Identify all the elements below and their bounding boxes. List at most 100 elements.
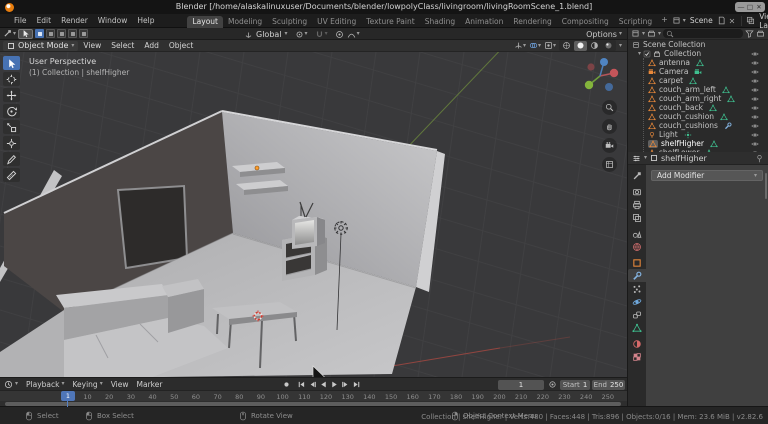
eye-icon[interactable]	[751, 77, 759, 85]
eye-icon[interactable]	[751, 140, 759, 148]
properties-tab-output[interactable]	[628, 198, 646, 211]
outliner-row-couch_arm_right[interactable]: couch_arm_right	[628, 94, 768, 103]
viewport-canvas[interactable]	[0, 52, 627, 377]
object-name-label[interactable]: antenna	[659, 58, 690, 67]
object-name-label[interactable]: Light	[659, 130, 678, 139]
shading-chevron-icon[interactable]: ▾	[619, 43, 622, 49]
current-frame-field[interactable]: 1	[498, 380, 544, 390]
filter-collection-chevron-icon[interactable]: ▾	[658, 31, 661, 37]
outliner-row-antenna[interactable]: antenna	[628, 58, 768, 67]
scene-select-chevron-icon[interactable]: ▾	[683, 18, 686, 24]
outliner-row-Light[interactable]: Light	[628, 130, 768, 139]
tool-measure-button[interactable]	[3, 168, 20, 182]
playhead[interactable]: 1	[61, 391, 75, 401]
properties-tab-particles[interactable]	[628, 282, 646, 295]
camera-view-button[interactable]	[602, 138, 617, 153]
active-tool-button[interactable]	[18, 29, 33, 39]
start-frame-field[interactable]: Start1	[560, 380, 590, 390]
menu-help[interactable]: Help	[132, 16, 159, 25]
object-name-label[interactable]: Camera	[659, 67, 688, 76]
timeline-editor-icon[interactable]: ▾	[0, 380, 22, 389]
maximize-button[interactable]: □	[746, 2, 754, 12]
end-frame-field[interactable]: End250	[592, 380, 625, 390]
viewport-menu-select[interactable]: Select	[106, 41, 139, 50]
outliner-row-shelfHigher[interactable]: shelfHigher	[628, 139, 768, 148]
next-keyframe-button[interactable]	[340, 379, 350, 389]
orientation-chevron-icon[interactable]: ▾	[285, 31, 288, 37]
close-button[interactable]: ✕	[755, 2, 763, 12]
xray-toggle-icon[interactable]: ▾	[544, 41, 556, 50]
orientation-dropdown[interactable]: Global	[256, 30, 282, 39]
menu-window[interactable]: Window	[93, 16, 133, 25]
select-mode-intersect-icon[interactable]	[79, 29, 88, 38]
timeline-menu-view[interactable]: View	[107, 380, 133, 389]
new-scene-icon[interactable]	[717, 16, 726, 25]
timeline-menu-playback[interactable]: Playback ▾	[22, 380, 68, 389]
eye-icon[interactable]	[751, 50, 759, 58]
properties-tab-render[interactable]	[628, 185, 646, 198]
outliner-search-input[interactable]	[663, 29, 743, 38]
tab-animation[interactable]: Animation	[460, 16, 508, 28]
expand-icon[interactable]: ▾	[638, 51, 641, 57]
viewport-menu-add[interactable]: Add	[139, 41, 164, 50]
gizmo-y-axis[interactable]	[585, 81, 593, 89]
filter-icon[interactable]	[745, 29, 754, 38]
properties-tab-texture[interactable]	[628, 350, 646, 363]
object-name-label[interactable]: couch_cushion	[659, 112, 714, 121]
object-name-label[interactable]: couch_cushions	[659, 121, 718, 130]
gizmo-z-axis-neg[interactable]	[605, 83, 613, 91]
tab-rendering[interactable]: Rendering	[508, 16, 556, 28]
properties-tab-constraints[interactable]	[628, 308, 646, 321]
properties-tab-object[interactable]	[628, 256, 646, 269]
tool-scale-button[interactable]	[3, 120, 20, 134]
outliner-row-carpet[interactable]: carpet	[628, 76, 768, 85]
select-mode-invert-icon[interactable]	[68, 29, 77, 38]
tab-texture-paint[interactable]: Texture Paint	[361, 16, 419, 28]
options-dropdown[interactable]: Options▾	[586, 28, 622, 40]
object-name-label[interactable]: shelfHigher	[661, 139, 704, 148]
timeline-ruler[interactable]: 1 10203040506070809010011012013014015016…	[0, 391, 627, 401]
pan-button[interactable]	[602, 119, 617, 134]
collection-checkbox[interactable]	[643, 50, 651, 58]
gizmo-x-axis-neg[interactable]	[587, 63, 594, 70]
view-layer-selector[interactable]: View Layer	[759, 12, 768, 30]
shading-wireframe-button[interactable]	[560, 41, 573, 51]
eye-icon[interactable]	[751, 113, 759, 121]
display-mode-chevron-icon[interactable]: ▾	[642, 31, 645, 37]
zoom-button[interactable]	[602, 100, 617, 115]
minimize-button[interactable]: ―	[737, 2, 745, 12]
object-name-label[interactable]: couch_arm_right	[659, 94, 721, 103]
timeline-menu-keying[interactable]: Keying ▾	[69, 380, 107, 389]
tab-shading[interactable]: Shading	[420, 16, 460, 28]
shading-solid-button[interactable]	[574, 41, 587, 51]
prev-keyframe-button[interactable]	[307, 379, 317, 389]
properties-tab-object-data[interactable]	[628, 321, 646, 334]
shading-material-preview-button[interactable]	[588, 41, 601, 51]
viewport-menu-view[interactable]: View	[78, 41, 106, 50]
eye-icon[interactable]	[751, 131, 759, 139]
properties-tab-view-layer[interactable]	[628, 211, 646, 224]
object-name-label[interactable]: couch_arm_left	[659, 85, 716, 94]
eye-icon[interactable]	[751, 59, 759, 67]
eye-icon[interactable]	[751, 122, 759, 130]
eye-icon[interactable]	[751, 104, 759, 112]
pivot-point-icon[interactable]: ▾	[295, 30, 308, 39]
pin-icon[interactable]	[755, 154, 764, 163]
properties-scrollbar[interactable]	[765, 173, 767, 199]
properties-tab-physics[interactable]	[628, 295, 646, 308]
gizmo-x-axis[interactable]	[610, 69, 618, 77]
autokey-record-button[interactable]	[281, 379, 291, 389]
eye-icon[interactable]	[751, 95, 759, 103]
timeline-menu-marker[interactable]: Marker	[133, 380, 167, 389]
gizmos-toggle-icon[interactable]: ▾	[514, 41, 526, 50]
outliner-row-couch_cushions[interactable]: couch_cushions	[628, 121, 768, 130]
play-reverse-button[interactable]	[318, 379, 328, 389]
select-mode-subtract-icon[interactable]	[57, 29, 66, 38]
properties-tab-scene[interactable]	[628, 227, 646, 240]
select-mode-extend-icon[interactable]	[46, 29, 55, 38]
outliner-row-couch_back[interactable]: couch_back	[628, 103, 768, 112]
snap-icon[interactable]: ▾	[315, 30, 328, 39]
outliner-row-collection[interactable]: ▾Collection	[628, 49, 768, 58]
properties-tab-material[interactable]	[628, 337, 646, 350]
tab-compositing[interactable]: Compositing	[557, 16, 614, 28]
